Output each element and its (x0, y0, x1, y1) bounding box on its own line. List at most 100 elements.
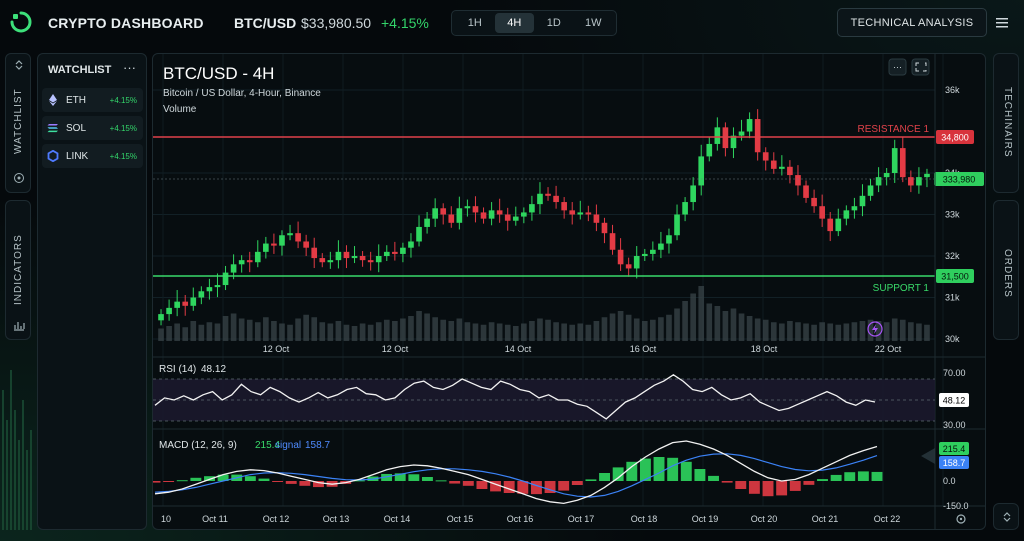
candle-body (569, 210, 576, 215)
timeframe-1d-button[interactable]: 1D (534, 13, 574, 33)
watchlist-rail[interactable]: WATCHLIST (5, 53, 31, 193)
candle-body (529, 204, 535, 213)
fullscreen-icon[interactable] (911, 58, 930, 76)
volume-label: Volume (163, 104, 197, 115)
candle-body (367, 260, 374, 263)
time-axis-top: 12 Oct 12 Oct 14 Oct 16 Oct 18 Oct 22 Oct (263, 344, 902, 354)
time-tick: Oct 12 (263, 514, 290, 524)
rsi-badge: 48.12 (939, 393, 969, 407)
current-price: $33,980.50 (301, 15, 372, 31)
volume-bar (641, 321, 648, 341)
volume-bar (327, 323, 334, 341)
volume-bar (424, 313, 430, 341)
volume-bar (254, 322, 261, 341)
candle-body (867, 185, 874, 196)
candle-body (690, 185, 696, 203)
technical-analysis-button[interactable]: TECHNICAL ANALYSIS (837, 8, 987, 37)
orders-rail[interactable]: ORDERS (993, 200, 1019, 340)
technicals-rail[interactable]: TECHINAIRS (993, 53, 1019, 193)
candle-body (827, 218, 834, 232)
indicators-rail[interactable]: INDICATORS (5, 200, 31, 340)
macd-histogram-bar (272, 481, 284, 482)
candle-body (658, 243, 664, 250)
macd-tick-neg150: -150.0 (943, 501, 969, 511)
volume-bar (803, 323, 809, 341)
candle-body (359, 256, 366, 261)
timeframe-1h-button[interactable]: 1H (455, 13, 495, 33)
macd-histogram-bar (817, 479, 828, 481)
rsi-tick-30: 30.00 (943, 420, 966, 430)
svg-text:215.4: 215.4 (943, 444, 966, 454)
time-tick: 18 Oct (751, 344, 778, 354)
macd-histogram-bar (694, 469, 706, 481)
timeframe-4h-button[interactable]: 4H (494, 13, 534, 33)
candle-body (819, 206, 825, 219)
resistance-label: RESISTANCE 1 (858, 124, 930, 135)
macd-histogram-bar (449, 481, 461, 484)
candle-body (891, 148, 898, 173)
menu-icon[interactable] (995, 16, 1009, 30)
settings-gear-icon[interactable] (956, 514, 966, 524)
macd-histogram-bar (653, 457, 665, 481)
macd-histogram-bar (789, 481, 801, 491)
volume-bar (924, 324, 930, 341)
watchlist-symbol: LINK (66, 150, 89, 162)
volume-bar (843, 323, 850, 341)
volume-bar (722, 311, 729, 341)
macd-histogram-bar (721, 481, 733, 483)
scroll-control[interactable] (993, 503, 1019, 530)
macd-histogram-bar (435, 480, 447, 482)
background-bars-decoration (2, 370, 32, 530)
volume-bar (230, 313, 237, 341)
macd-histogram-bar (422, 477, 433, 481)
candle-body (174, 301, 180, 308)
more-options-icon[interactable]: ··· (123, 60, 136, 75)
price-axis: 36k34k33k32k31k30k (945, 85, 960, 344)
candle-body (464, 206, 471, 209)
watchlist-symbol: ETH (66, 94, 86, 106)
macd-histogram-bar (244, 476, 256, 481)
volume-bar (899, 319, 906, 341)
chart-bars-icon (14, 322, 25, 331)
macd-histogram-bar (163, 481, 175, 482)
time-axis-bottom: 10 Oct 11 Oct 12 Oct 13 Oct 14 Oct 15 Oct 16 Oc… (161, 514, 900, 524)
macd-histogram-bar (153, 481, 161, 483)
watchlist-item-link[interactable]: LINK +4.15% (42, 144, 143, 168)
candle-body (666, 235, 672, 244)
time-tick: Oct 13 (323, 514, 350, 524)
time-tick: Oct 18 (631, 514, 658, 524)
candle-body (263, 243, 269, 252)
watchlist-item-sol[interactable]: SOL +4.15% (42, 116, 143, 140)
time-tick: 12 Oct (263, 344, 290, 354)
expand-arrows-icon[interactable] (14, 60, 24, 70)
volume-bar (674, 308, 680, 341)
expand-arrows-icon[interactable] (1002, 512, 1012, 522)
macd-tick-0: 0.0 (943, 476, 956, 486)
chart-options-button[interactable]: ··· (888, 58, 907, 76)
time-tick: Oct 15 (447, 514, 474, 524)
volume-bar (658, 317, 664, 341)
price-chart[interactable]: BTC/USD - 4H Bitcoin / US Dollar, 4-Hour… (153, 54, 986, 530)
time-tick: Oct 21 (812, 514, 839, 524)
candle-body (641, 253, 648, 256)
volume-bar (206, 322, 213, 341)
candle-body (416, 226, 422, 242)
volume-bar (762, 319, 769, 341)
volume-bar (585, 324, 592, 341)
chainlink-icon (47, 150, 59, 162)
price-tick: 36k (945, 85, 960, 95)
volume-bar (351, 326, 358, 341)
timeframe-1w-button[interactable]: 1W (574, 13, 614, 33)
candle-body (674, 214, 680, 236)
volume-bar (367, 324, 374, 341)
time-tick: Oct 22 (874, 514, 901, 524)
macd-histogram-bar (585, 479, 597, 481)
top-bar: CRYPTO DASHBOARD BTC/USD $33,980.50 +4.1… (0, 0, 1024, 46)
watchlist-item-eth[interactable]: ETH +4.15% (42, 88, 143, 112)
candle-body (916, 177, 922, 186)
candle-body (408, 241, 414, 248)
volume-bar (432, 317, 438, 341)
volume-bar (521, 323, 527, 341)
candle-body (432, 208, 438, 219)
volume-bar (851, 322, 858, 341)
